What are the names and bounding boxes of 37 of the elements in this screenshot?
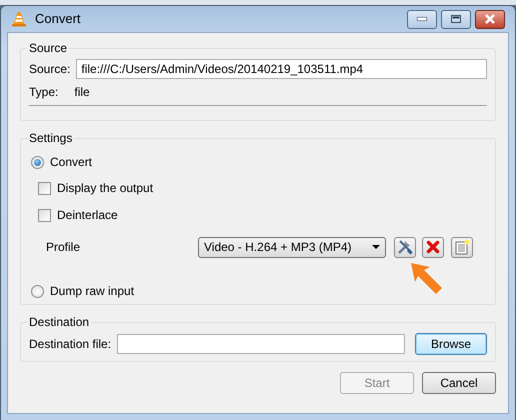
browse-button[interactable]: Browse (415, 333, 487, 355)
type-value: file (74, 84, 90, 101)
maximize-icon (451, 15, 461, 23)
source-label: Source: (29, 61, 70, 78)
delete-icon (426, 240, 440, 254)
close-icon (484, 14, 496, 24)
new-profile-button[interactable] (451, 236, 473, 258)
type-label: Type: (29, 84, 58, 101)
option-label: Convert (50, 154, 92, 171)
edit-profile-button[interactable] (394, 236, 416, 258)
window-title: Convert (35, 10, 81, 28)
checkbox[interactable] (38, 208, 51, 222)
traffic-cone-icon (11, 11, 27, 27)
maximize-button[interactable] (441, 10, 471, 28)
close-button[interactable] (475, 10, 505, 28)
tools-icon (396, 238, 414, 256)
cancel-button[interactable]: Cancel (422, 372, 496, 394)
source-field[interactable]: file:///C:/Users/Admin/Videos/20140219_103511.mp4 (76, 59, 487, 79)
radio-button[interactable] (31, 284, 44, 298)
pointer-arrow (410, 262, 444, 296)
minimize-button[interactable] (407, 10, 437, 28)
option-label: Display the output (57, 180, 154, 197)
caret-icon (372, 245, 380, 249)
new-document-icon (454, 239, 470, 255)
group-title: Source (28, 41, 68, 55)
option-label: Dump raw input (50, 283, 134, 300)
option-label: Deinterlace (57, 207, 118, 224)
group-title: Settings (28, 131, 74, 145)
group-title: Destination (28, 315, 90, 329)
destination-label: Destination file: (29, 336, 112, 353)
radio-button[interactable] (31, 156, 44, 168)
profile-dropdown[interactable]: Video - H.264 + MP3 (MP4) (198, 236, 386, 258)
checkbox[interactable] (38, 182, 51, 194)
profile-label: Profile (46, 239, 82, 256)
delete-profile-button[interactable] (422, 236, 444, 258)
minimize-icon (417, 17, 427, 21)
destination-field[interactable] (117, 334, 405, 354)
